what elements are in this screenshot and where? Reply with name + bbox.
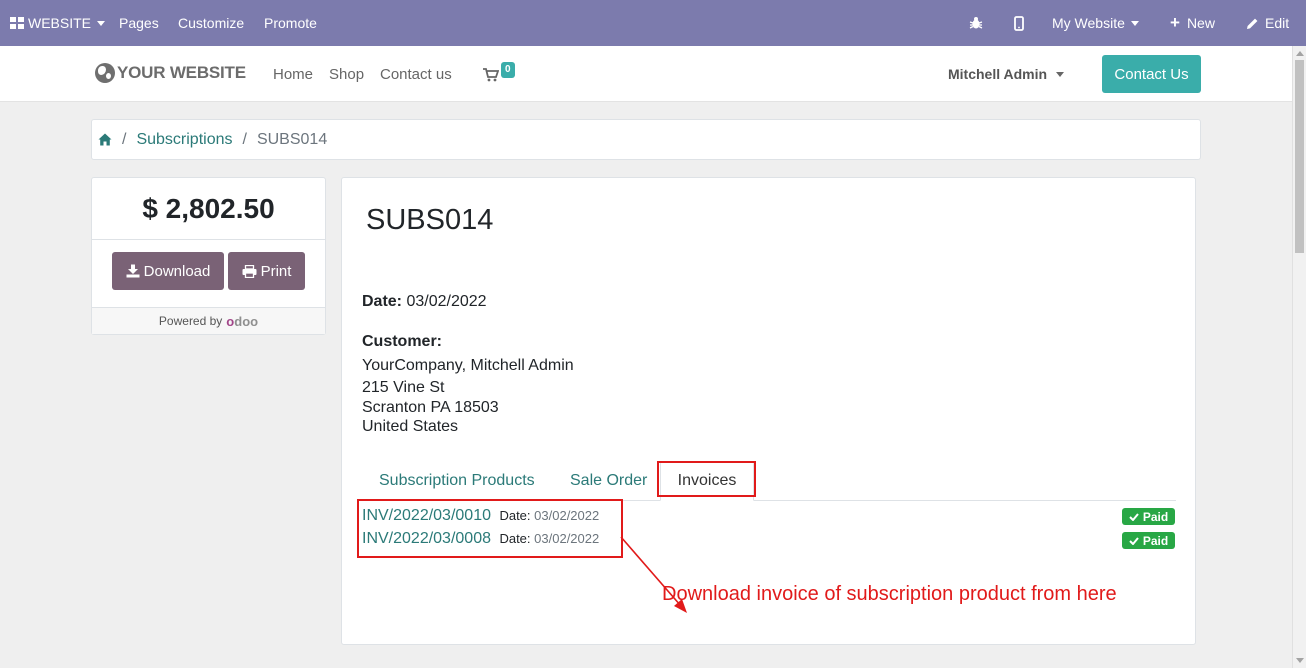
powered-by-label: Powered by [158,314,223,328]
edit-button[interactable]: Edit [1246,0,1289,46]
edit-label: Edit [1265,15,1290,31]
my-website-label: My Website [1052,15,1125,31]
customer-name: YourCompany, Mitchell Admin [362,357,574,374]
bug-icon [969,17,983,29]
mobile-preview-button[interactable] [1014,0,1024,46]
check-icon [1129,512,1139,521]
user-name: Mitchell Admin [948,66,1048,82]
website-menu-label: WEBSITE [28,15,92,31]
download-icon [126,264,140,278]
scroll-up-arrow-icon[interactable] [1296,51,1304,56]
home-icon[interactable] [98,133,112,146]
contact-us-button[interactable]: Contact Us [1102,55,1201,93]
paid-label: Paid [1142,509,1169,524]
annotation-text: Download invoice of subscription product… [662,583,1117,605]
website-menu[interactable]: WEBSITE [10,0,106,46]
pencil-icon [1247,18,1258,29]
apps-grid-icon [10,17,24,29]
new-label: New [1186,15,1215,31]
cart-count-badge: 0 [501,62,515,78]
admin-top-bar: WEBSITE Pages Customize Promote My Websi… [0,0,1306,46]
total-amount: $ 2,802.50 [92,178,325,240]
date-label: Date: [362,293,403,310]
address-line-3: United States [362,418,459,435]
tab-subscription-products[interactable]: Subscription Products [379,461,535,501]
breadcrumb-separator: / [122,130,127,148]
subscription-title: SUBS014 [366,204,494,236]
invoices-tab-highlight [657,461,756,497]
site-logo[interactable]: YOUR WEBSITE [95,63,246,83]
logo-text: YOUR WEBSITE [117,63,246,82]
caret-down-icon [97,20,106,26]
nav-home[interactable]: Home [273,46,313,102]
annotation-arrow-icon [620,536,687,613]
nav-contact-us[interactable]: Contact us [380,46,452,102]
caret-down-icon [1130,20,1139,26]
subscription-date-row: Date: 03/02/2022 [362,293,487,311]
nav-shop[interactable]: Shop [329,46,364,102]
address-line-2: Scranton PA 18503 [362,399,499,416]
subscription-detail-card: SUBS014 Date: 03/02/2022 Customer: YourC… [341,177,1196,645]
plus-icon: + [1170,13,1180,32]
odoo-logo-rest: doo [234,313,259,329]
paid-label: Paid [1142,533,1169,548]
subscription-tabs: Subscription Products Sale Order Invoice… [358,461,1176,501]
breadcrumb-subscriptions[interactable]: Subscriptions [136,131,232,149]
download-button[interactable]: Download [112,252,224,290]
odoo-logo[interactable]: odoo [226,314,258,329]
site-header: YOUR WEBSITE Home Shop Contact us 0 Mitc… [0,46,1292,102]
paid-status-badge: Paid [1122,532,1175,549]
breadcrumb: / Subscriptions / SUBS014 [91,119,1201,160]
tab-sale-order[interactable]: Sale Order [570,461,647,501]
invoice-list-highlight [357,499,623,558]
cart-link[interactable]: 0 [483,62,519,84]
debug-button[interactable] [969,0,983,46]
caret-down-icon [1056,71,1065,77]
paid-status-badge: Paid [1122,508,1175,525]
print-icon [242,264,257,278]
globe-icon [95,63,115,83]
my-website-menu[interactable]: My Website [1052,0,1139,46]
page-scrollbar[interactable] [1292,46,1306,668]
subscription-summary-card: $ 2,802.50 Download Print Powered by odo… [91,177,326,335]
scroll-down-arrow-icon[interactable] [1296,658,1304,663]
breadcrumb-current: SUBS014 [256,130,328,148]
powered-by-footer: Powered by odoo [92,307,325,334]
pages-menu[interactable]: Pages [119,0,159,46]
scrollbar-thumb[interactable] [1295,60,1304,253]
new-button[interactable]: + New [1170,0,1215,46]
print-label: Print [260,262,292,280]
address-line-1: 215 Vine St [362,379,445,396]
breadcrumb-separator: / [242,130,247,148]
mobile-icon [1014,15,1024,31]
user-menu[interactable]: Mitchell Admin [948,46,1065,102]
check-icon [1129,536,1139,545]
download-label: Download [143,262,211,280]
promote-menu[interactable]: Promote [264,0,317,46]
customize-menu[interactable]: Customize [178,0,244,46]
date-value: 03/02/2022 [406,293,487,310]
print-button[interactable]: Print [228,252,305,290]
shopping-cart-icon [483,68,499,82]
customer-label: Customer: [362,333,443,350]
